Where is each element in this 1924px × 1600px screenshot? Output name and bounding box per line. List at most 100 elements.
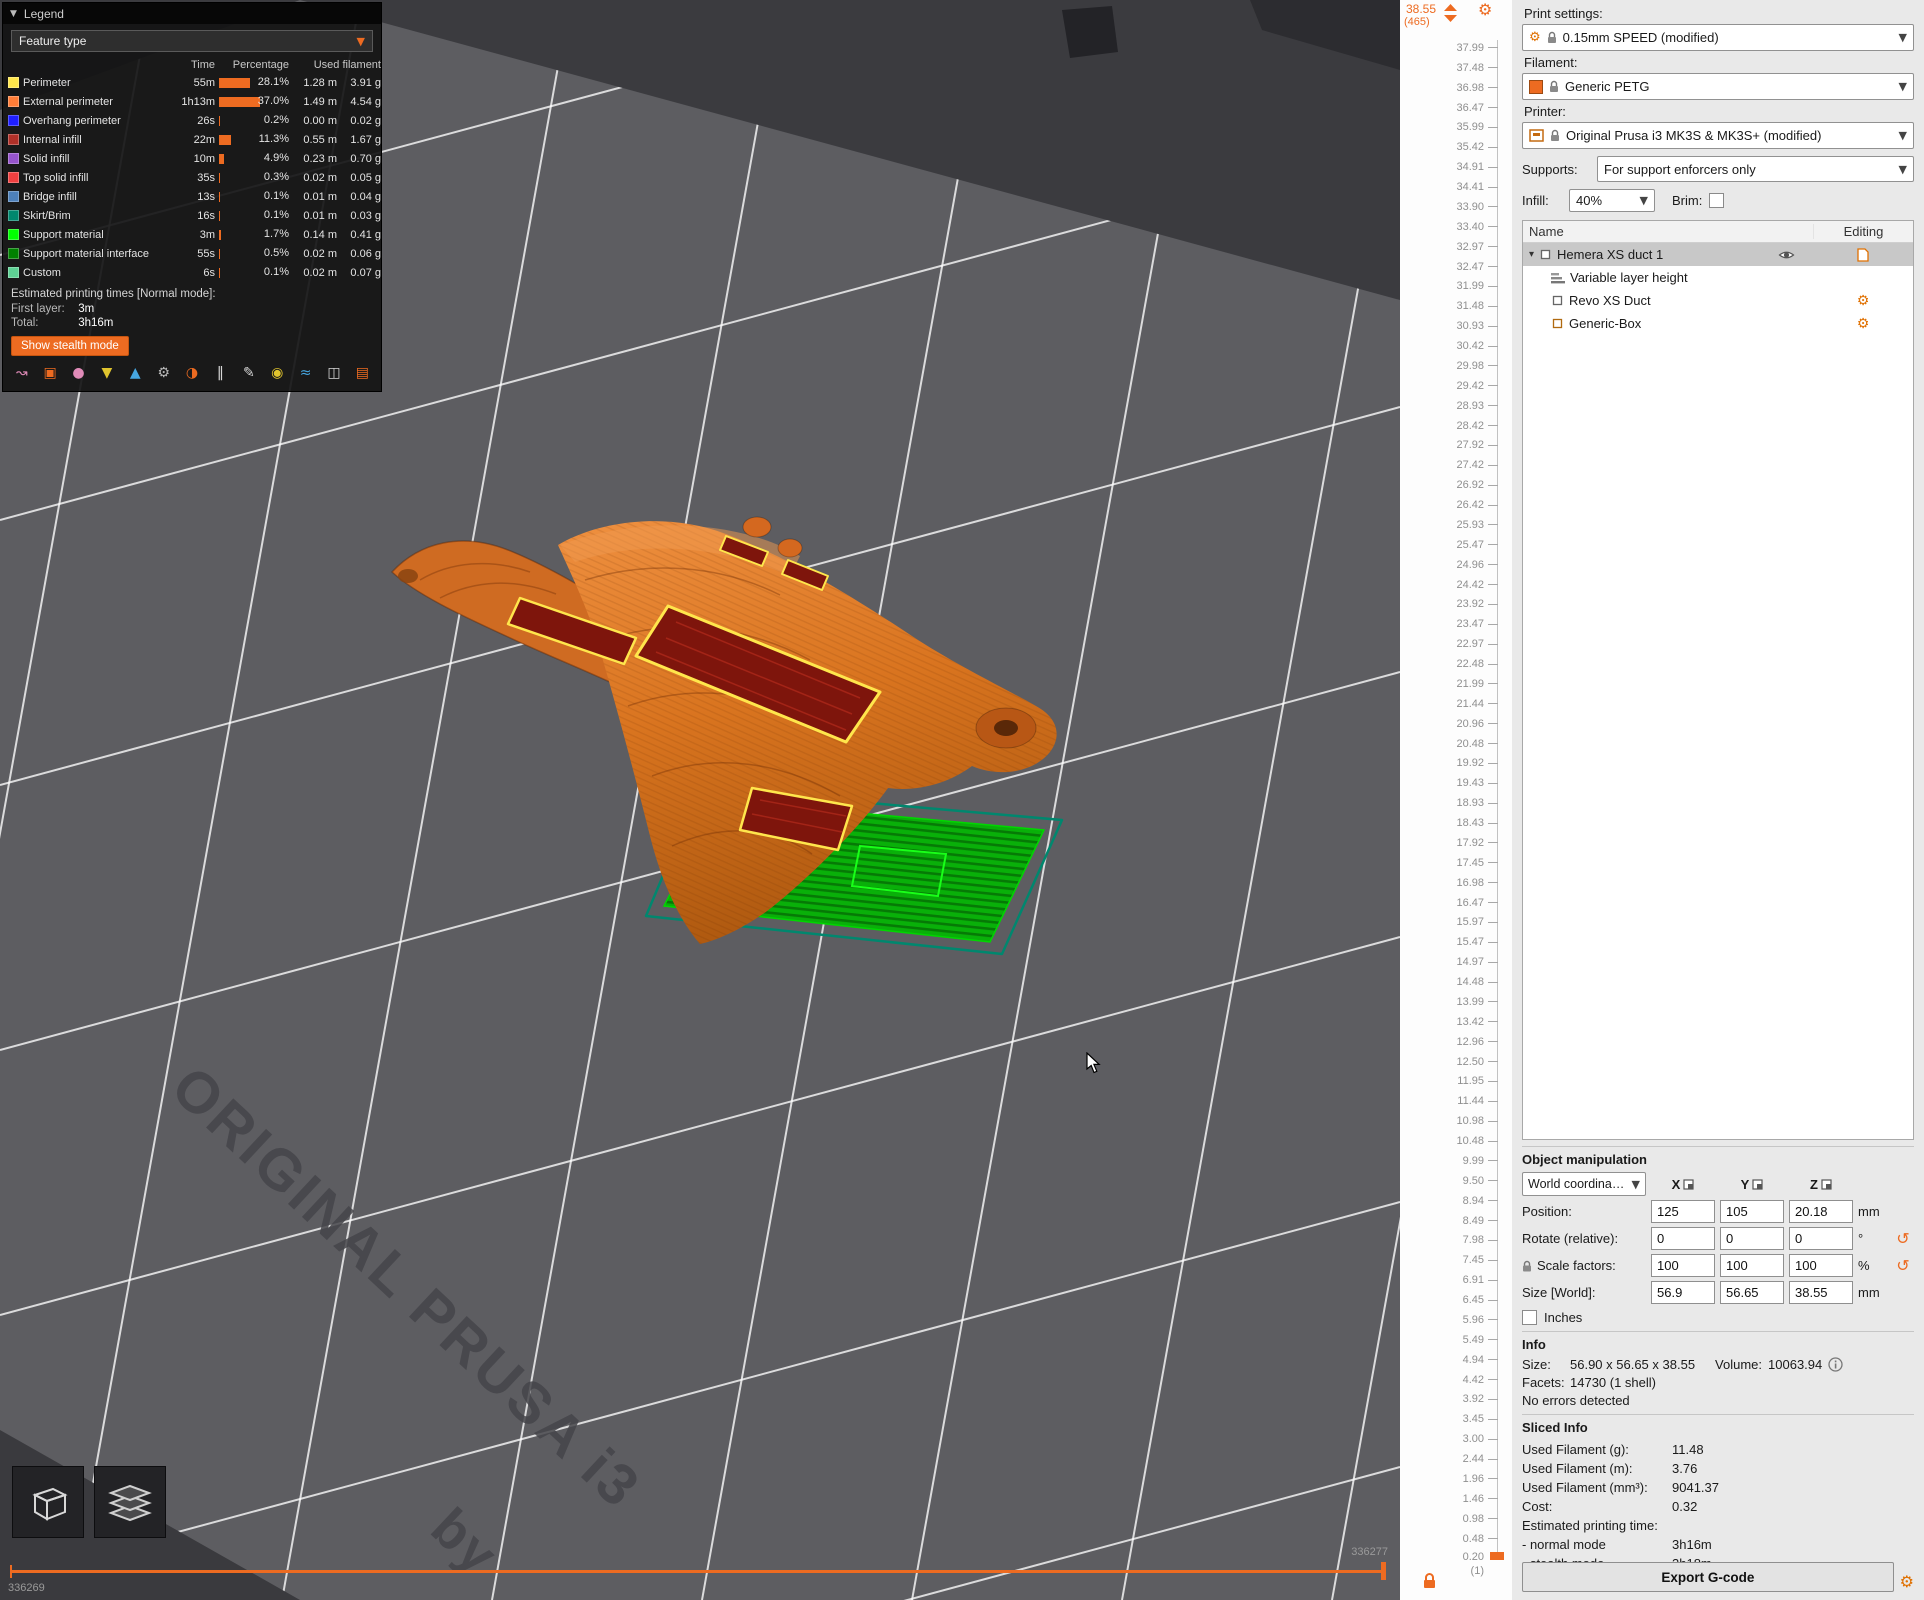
- 3d-viewport[interactable]: ORIGINAL PRUSA i3 by ▼ Legend Feature ty…: [0, 0, 1400, 1600]
- export-settings-gear-icon[interactable]: ⚙: [1900, 1572, 1914, 1592]
- object-row-variable-layer-height[interactable]: Variable layer height: [1523, 266, 1913, 289]
- layer-tick-label: 3.92: [1462, 1393, 1484, 1406]
- lock-icon[interactable]: [1522, 1260, 1532, 1272]
- legend-feature-row[interactable]: Skirt/Brim 16s 0.1% 0.01 m 0.03 g: [3, 206, 381, 225]
- rotate-z-input[interactable]: [1789, 1227, 1853, 1250]
- scale-z-input[interactable]: [1789, 1254, 1853, 1277]
- supports-select[interactable]: For support enforcers only ▼: [1597, 156, 1914, 182]
- brim-checkbox[interactable]: [1709, 193, 1725, 208]
- inches-label: Inches: [1544, 1310, 1583, 1325]
- edit-object-icon[interactable]: [1857, 247, 1869, 262]
- layer-tick-row: 26.42: [1400, 495, 1512, 515]
- scale-y-input[interactable]: [1720, 1254, 1784, 1277]
- layer-tick-label: 33.90: [1456, 200, 1484, 213]
- layer-tick-row: 3.00: [1400, 1429, 1512, 1449]
- size-x-input[interactable]: [1651, 1281, 1715, 1304]
- layer-tick-label: 0.98: [1462, 1512, 1484, 1525]
- legend-feature-row[interactable]: Custom 6s 0.1% 0.02 m 0.07 g: [3, 263, 381, 282]
- layer-tick-label: 20.48: [1456, 737, 1484, 750]
- position-x-input[interactable]: [1651, 1200, 1715, 1223]
- printer-select[interactable]: Original Prusa i3 MK3S & MK3S+ (modified…: [1522, 122, 1914, 149]
- layer-tick-row: 4.42: [1400, 1370, 1512, 1390]
- object-row-generic-box[interactable]: Generic-Box ⚙: [1523, 312, 1913, 335]
- filament-select[interactable]: Generic PETG ▼: [1522, 73, 1914, 100]
- scale-x-input[interactable]: [1651, 1254, 1715, 1277]
- coordinates-select[interactable]: World coordinates ▼: [1522, 1172, 1646, 1196]
- rotate-x-input[interactable]: [1651, 1227, 1715, 1250]
- object-row-hemera-xs-duct[interactable]: ▾ Hemera XS duct 1: [1523, 243, 1913, 266]
- sliced-info-row: Estimated printing time:: [1522, 1518, 1658, 1533]
- inches-checkbox[interactable]: [1522, 1310, 1537, 1325]
- travels-icon[interactable]: ↝: [11, 363, 32, 383]
- layer-tick-label: 31.48: [1456, 300, 1484, 313]
- legend-feature-row[interactable]: Support material interface 55s 0.5% 0.02…: [3, 244, 381, 263]
- moves-slider-track[interactable]: [10, 1570, 1386, 1573]
- size-z-input[interactable]: [1789, 1281, 1853, 1304]
- custom-gcodes-icon[interactable]: ✎: [238, 363, 259, 383]
- view-type-select[interactable]: Feature type ▼: [11, 30, 373, 52]
- layer-tick-mark: [1488, 1259, 1498, 1261]
- tool-changes-icon[interactable]: ⚙: [153, 363, 174, 383]
- wipe-icon[interactable]: ≈: [295, 363, 316, 383]
- slider-lock-icon[interactable]: [1422, 1572, 1437, 1589]
- legend-feature-row[interactable]: External perimeter 1h13m 37.0% 1.49 m 4.…: [3, 92, 381, 111]
- export-gcode-button[interactable]: Export G-code: [1522, 1562, 1894, 1592]
- preview-view-tab[interactable]: [94, 1466, 166, 1538]
- color-changes-icon[interactable]: ◑: [181, 363, 202, 383]
- layer-tick-label: 19.92: [1456, 757, 1484, 770]
- rotate-reset-icon[interactable]: ↺: [1893, 1230, 1913, 1247]
- layer-tick-label: 18.43: [1456, 817, 1484, 830]
- print-settings-select[interactable]: ⚙ 0.15mm SPEED (modified) ▼: [1522, 24, 1914, 51]
- legend-feature-row[interactable]: Overhang perimeter 26s 0.2% 0.00 m 0.02 …: [3, 111, 381, 130]
- retractions-icon[interactable]: ▼: [96, 363, 117, 383]
- layer-slider-upper-handle[interactable]: [1444, 4, 1457, 22]
- feature-color-swatch: [8, 153, 19, 164]
- show-stealth-mode-button[interactable]: Show stealth mode: [11, 336, 129, 356]
- pause-prints-icon[interactable]: ‖: [210, 363, 231, 383]
- layer-tick-label: 37.99: [1456, 41, 1484, 54]
- legend-feature-row[interactable]: Perimeter 55m 28.1% 1.28 m 3.91 g: [3, 73, 381, 92]
- layer-tick-row: 3.45: [1400, 1409, 1512, 1429]
- shells-icon[interactable]: ▣: [39, 363, 60, 383]
- slider-settings-gear-icon[interactable]: ⚙: [1478, 0, 1492, 19]
- size-y-input[interactable]: [1720, 1281, 1784, 1304]
- editor-view-tab[interactable]: [12, 1466, 84, 1538]
- scale-reset-icon[interactable]: ↺: [1893, 1257, 1913, 1274]
- legend-feature-row[interactable]: Top solid infill 35s 0.3% 0.02 m 0.05 g: [3, 168, 381, 187]
- legend-feature-row[interactable]: Solid infill 10m 4.9% 0.23 m 0.70 g: [3, 149, 381, 168]
- rotate-y-input[interactable]: [1720, 1227, 1784, 1250]
- facets-value: 14730 (1 shell): [1570, 1375, 1656, 1390]
- legend-feature-row[interactable]: Support material 3m 1.7% 0.14 m 0.41 g: [3, 225, 381, 244]
- legend-feature-row[interactable]: Bridge infill 13s 0.1% 0.01 m 0.04 g: [3, 187, 381, 206]
- object-row-revo-xs-duct[interactable]: Revo XS Duct ⚙: [1523, 289, 1913, 312]
- layer-tick-mark: [1488, 643, 1498, 645]
- layer-tick-label: 24.42: [1456, 578, 1484, 591]
- expander-icon[interactable]: ▾: [1529, 249, 1534, 260]
- seams-icon[interactable]: ●: [68, 363, 89, 383]
- legend-feature-row[interactable]: Internal infill 22m 11.3% 0.55 m 1.67 g: [3, 130, 381, 149]
- tool-marker-icon[interactable]: ◫: [323, 363, 344, 383]
- moves-slider-handle[interactable]: [1381, 1562, 1386, 1580]
- center-of-gravity-icon[interactable]: ◉: [267, 363, 288, 383]
- part-settings-gear-icon[interactable]: ⚙: [1857, 316, 1870, 332]
- position-y-input[interactable]: [1720, 1200, 1784, 1223]
- layer-tick-row: 29.42: [1400, 376, 1512, 396]
- info-circle-icon[interactable]: [1828, 1357, 1843, 1372]
- layer-tick-row: 5.49: [1400, 1330, 1512, 1350]
- layer-slider-top-count: (465): [1404, 16, 1430, 28]
- layer-tick-row: 12.96: [1400, 1032, 1512, 1052]
- sliced-info-rows: Used Filament (g): 11.48 Used Filament (…: [1522, 1440, 1914, 1573]
- first-layer-value: 3m: [78, 303, 95, 315]
- layer-tick-mark: [1488, 1220, 1498, 1222]
- layer-tick-label: 16.98: [1456, 876, 1484, 889]
- legend-toggle-icon[interactable]: ▤: [352, 363, 373, 383]
- deretractions-icon[interactable]: ▲: [125, 363, 146, 383]
- infill-select[interactable]: 40% ▼: [1569, 189, 1655, 212]
- legend-titlebar[interactable]: ▼ Legend: [3, 3, 381, 24]
- position-z-input[interactable]: [1789, 1200, 1853, 1223]
- layer-slider-lower-handle[interactable]: [1490, 1552, 1504, 1560]
- eye-icon[interactable]: [1778, 249, 1795, 261]
- legend-panel: ▼ Legend Feature type ▼ Time Percentage …: [2, 2, 382, 392]
- part-settings-gear-icon[interactable]: ⚙: [1857, 293, 1870, 309]
- layer-tick-label: 14.97: [1456, 956, 1484, 969]
